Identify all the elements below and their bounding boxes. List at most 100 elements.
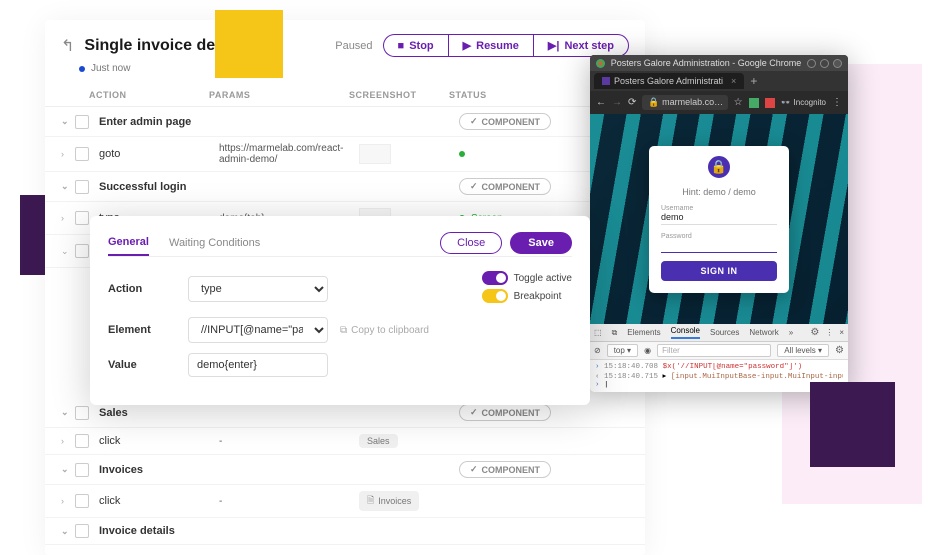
username-label: Username [661,205,777,212]
row-checkbox[interactable] [75,434,89,448]
window-title: Posters Galore Administration - Google C… [609,58,803,68]
chevron-down-icon: ⌄ [61,116,75,127]
nav-forward-icon[interactable]: → [612,97,622,108]
more-tabs-icon[interactable]: » [789,328,793,337]
url-input[interactable]: 🔒 marmelab.co… [642,95,727,110]
devtools-tab-elements[interactable]: Elements [627,328,660,337]
maximize-icon[interactable] [820,59,829,68]
back-icon[interactable]: ↰ [61,36,74,56]
signin-button[interactable]: SIGN IN [661,261,777,281]
params-text: - [219,436,359,447]
check-icon: ✓ [470,464,478,475]
username-input[interactable]: demo [661,212,777,225]
tab-general[interactable]: General [108,230,149,256]
devtools-tab-console[interactable]: Console [671,326,700,339]
step-editor-popover: General Waiting Conditions Close Save Ac… [90,216,590,405]
reload-icon[interactable]: ⟳ [628,97,636,108]
value-input[interactable] [188,353,328,377]
levels-select[interactable]: All levels ▾ [777,344,829,357]
lock-icon: 🔒 [648,97,659,107]
label-action: Action [108,283,188,295]
favicon-icon [602,77,610,85]
group-successful-login[interactable]: ⌄ Successful login ✓COMPONENT [45,172,645,202]
filter-input[interactable]: Filter [657,344,771,357]
step-goto[interactable]: › goto https://marmelab.com/react-admin-… [45,137,645,172]
next-step-button[interactable]: ▶|Next step [533,34,629,57]
close-tab-icon[interactable]: × [731,76,736,86]
row-checkbox[interactable] [75,406,89,420]
console-line: [input.MuiInputBase-input.MuiInput-input… [671,373,843,381]
row-checkbox[interactable] [75,147,89,161]
row-checkbox[interactable] [75,180,89,194]
device-icon[interactable]: ⧉ [612,328,618,338]
close-devtools-icon[interactable]: × [839,328,844,337]
doc-icon: 🗎 [367,493,374,509]
check-icon: ✓ [470,407,478,418]
row-checkbox[interactable] [75,244,89,258]
play-icon: ▶ [463,39,471,52]
incognito-icon: 👓 [781,98,791,107]
step-click-sales[interactable]: › click - Sales [45,428,645,455]
minimize-icon[interactable] [807,59,816,68]
browser-window: Posters Galore Administration - Google C… [590,55,848,392]
copy-to-clipboard-button[interactable]: ⧉Copy to clipboard [340,325,429,336]
row-checkbox[interactable] [75,211,89,225]
label-value: Value [108,359,188,371]
row-checkbox[interactable] [75,115,89,129]
context-select[interactable]: top ▾ [607,344,638,357]
component-badge: ✓COMPONENT [459,178,551,195]
close-button[interactable]: Close [440,232,502,254]
element-select[interactable]: //INPUT[@name="password"] [188,317,328,343]
incognito-badge: 👓Incognito [781,98,826,107]
lock-avatar-icon: 🔒 [705,153,733,181]
bookmark-icon[interactable]: ☆ [734,97,743,108]
params-text: - [219,496,359,507]
row-checkbox[interactable] [75,524,89,538]
col-screenshot: SCREENSHOT [349,90,449,100]
toggle-breakpoint-switch[interactable] [482,289,508,303]
decorative-block [215,10,283,78]
row-checkbox[interactable] [75,463,89,477]
group-invoice-details[interactable]: ⌄ Invoice details [45,518,645,545]
gear-icon[interactable]: ⚙ [810,327,819,338]
status-dot-icon [79,66,85,72]
devtools-tab-network[interactable]: Network [749,328,778,337]
resume-button[interactable]: ▶Resume [448,34,533,57]
chevron-right-icon: › [61,213,75,223]
extension-icon[interactable] [765,98,775,108]
group-label: Successful login [99,181,219,193]
eye-icon[interactable]: ◉ [644,346,651,355]
chevron-down-icon: ⌄ [61,526,75,537]
clear-console-icon[interactable]: ⊘ [594,346,601,355]
group-enter-admin[interactable]: ⌄ Enter admin page ✓COMPONENT [45,107,645,137]
browser-tab[interactable]: Posters Galore Administrati × [594,73,744,89]
step-click-invoices[interactable]: › click - 🗎Invoices [45,485,645,518]
group-invoices[interactable]: ⌄ Invoices ✓COMPONENT [45,455,645,485]
row-checkbox[interactable] [75,494,89,508]
tab-waiting-conditions[interactable]: Waiting Conditions [169,231,260,255]
save-button[interactable]: Save [510,232,572,254]
password-input[interactable] [661,240,777,253]
status-label: Paused [335,40,372,52]
screenshot-thumb[interactable] [359,144,391,164]
inspect-icon[interactable]: ⬚ [594,328,602,337]
action-select[interactable]: type [188,276,328,302]
menu-icon[interactable]: ⋮ [832,97,842,108]
columns-header: ACTION PARAMS SCREENSHOT STATUS [45,84,645,107]
menu-icon[interactable]: ⋮ [825,328,833,337]
close-icon[interactable] [833,59,842,68]
component-badge: ✓COMPONENT [459,404,551,421]
tab-title: Posters Galore Administrati [614,76,723,86]
chevron-down-icon: ⌄ [61,407,75,418]
group-label: Sales [99,407,219,419]
nav-back-icon[interactable]: ← [596,97,606,108]
devtools-tab-sources[interactable]: Sources [710,328,739,337]
component-badge: ✓COMPONENT [459,113,551,130]
stop-button[interactable]: ■Stop [383,34,448,57]
toggle-active-switch[interactable] [482,271,508,285]
extension-icon[interactable] [749,98,759,108]
new-tab-button[interactable]: + [750,74,757,88]
window-titlebar: Posters Galore Administration - Google C… [590,55,848,71]
gear-icon[interactable]: ⚙ [835,345,844,356]
label-element: Element [108,324,188,336]
